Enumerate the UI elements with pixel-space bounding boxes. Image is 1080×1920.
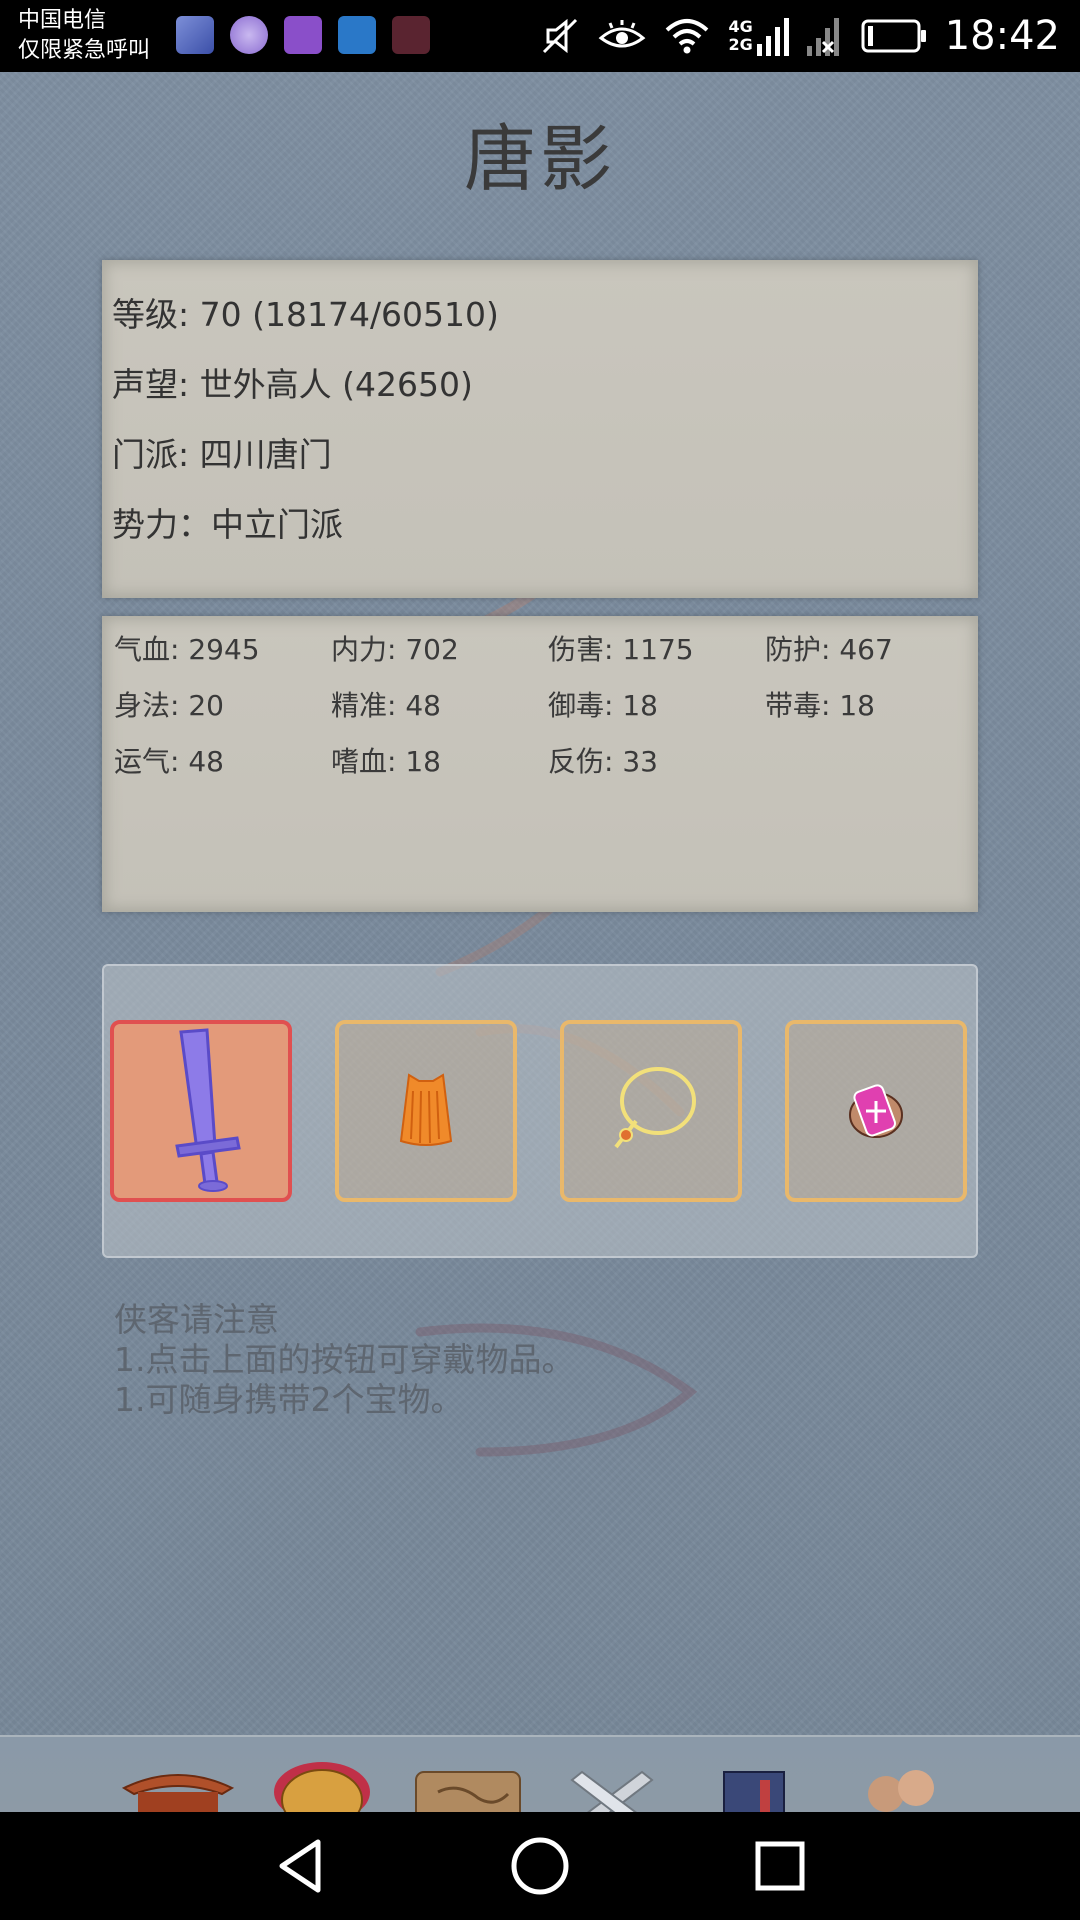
gallery-app-icon <box>284 16 322 54</box>
page-title: 唐影 <box>463 117 616 201</box>
level-text: 等级: 70 (18174/60510) <box>112 295 499 334</box>
nav-skills[interactable] <box>698 1742 818 1812</box>
nav-character[interactable] <box>262 1742 382 1812</box>
stat-defense: 防护: 467 <box>765 633 893 666</box>
sect-text: 门派: 四川唐门 <box>112 435 332 474</box>
notice-line-2: 1.可随身携带2个宝物。 <box>114 1380 464 1419</box>
equip-slot-accessory[interactable] <box>560 1020 742 1202</box>
game-app-icon <box>176 16 214 54</box>
notification-icons <box>176 16 430 54</box>
attributes-grid: 气血: 2945 内力: 702 伤害: 1175 防护: 467 身法: 20… <box>114 622 966 790</box>
equipment-panel <box>102 964 978 1258</box>
equip-slot-armor[interactable] <box>335 1020 517 1202</box>
home-circle-icon <box>511 1837 569 1895</box>
stat-agility: 身法: 20 <box>114 689 224 722</box>
character-screen: 唐影 等级: 70 (18174/60510) 声望: 世外高人 (42650)… <box>0 72 1080 1812</box>
nav-map[interactable] <box>408 1742 528 1812</box>
back-button[interactable] <box>270 1836 330 1896</box>
video-app-icon <box>392 16 430 54</box>
book-icon <box>723 1771 785 1812</box>
stat-poison-resist: 御毒: 18 <box>548 689 658 722</box>
system-navigation-bar <box>0 1812 1080 1920</box>
stat-accuracy: 精准: 48 <box>331 689 441 722</box>
pavilion-icon <box>121 1774 235 1812</box>
home-button[interactable] <box>510 1836 570 1896</box>
recents-button[interactable] <box>750 1836 810 1896</box>
attributes-panel: 气血: 2945 内力: 702 伤害: 1175 防护: 467 身法: 20… <box>102 616 978 912</box>
notice-heading: 侠客请注意 <box>114 1300 279 1339</box>
stat-reflect: 反伤: 33 <box>548 745 658 778</box>
network-4g-label: 4G <box>728 17 753 36</box>
eye-comfort-icon <box>598 18 646 54</box>
stat-lifesteal: 嗜血: 18 <box>331 745 441 778</box>
reputation-text: 声望: 世外高人 (42650) <box>112 365 473 404</box>
status-bar: 中国电信 仅限紧急呼叫 4G 2G 18:42 <box>0 0 1080 72</box>
recents-square-icon <box>755 1841 805 1891</box>
character-info-panel: 等级: 70 (18174/60510) 声望: 世外高人 (42650) 门派… <box>102 260 978 598</box>
stat-inner-force: 内力: 702 <box>331 633 459 666</box>
phone-manager-icon <box>338 16 376 54</box>
equip-slot-weapon[interactable] <box>110 1020 292 1202</box>
nav-battle[interactable] <box>552 1742 672 1812</box>
back-triangle-icon <box>279 1839 321 1893</box>
mute-icon <box>540 16 580 56</box>
crossed-swords-icon <box>570 1770 654 1812</box>
stat-damage: 伤害: 1175 <box>548 633 694 666</box>
carrier-info: 中国电信 仅限紧急呼叫 <box>18 6 150 66</box>
stat-luck: 运气: 48 <box>114 745 224 778</box>
carrier-name: 中国电信 <box>18 8 107 33</box>
game-bottom-nav <box>0 1735 1080 1812</box>
talisman-icon <box>849 1084 903 1138</box>
robe-icon <box>399 1073 453 1146</box>
nav-friends[interactable] <box>842 1742 962 1812</box>
moon-app-icon <box>230 16 268 54</box>
stat-poison: 带毒: 18 <box>765 689 875 722</box>
notice-text: 侠客请注意 1.点击上面的按钮可穿戴物品。 1.可随身携带2个宝物。 <box>114 1300 575 1420</box>
clock: 18:42 <box>944 13 1060 59</box>
necklace-icon <box>614 1067 696 1149</box>
system-icons: 4G 2G 18:42 <box>540 10 1060 62</box>
armor-icon <box>274 1762 370 1812</box>
faction-text: 势力：中立门派 <box>112 505 343 544</box>
stat-hp: 气血: 2945 <box>114 633 260 666</box>
nav-home[interactable] <box>118 1742 238 1812</box>
battery-icon <box>861 19 927 53</box>
map-scroll-icon <box>415 1771 521 1812</box>
sword-icon <box>175 1028 241 1192</box>
carrier-status: 仅限紧急呼叫 <box>18 38 151 63</box>
wifi-icon <box>664 18 710 54</box>
people-icon <box>868 1770 934 1812</box>
no-sim-signal-icon <box>806 16 843 56</box>
network-2g-label: 2G <box>728 35 753 54</box>
notice-line-1: 1.点击上面的按钮可穿戴物品。 <box>114 1340 575 1379</box>
signal-4g-2g-icon: 4G 2G <box>728 16 789 56</box>
equip-slot-treasure[interactable] <box>785 1020 967 1202</box>
